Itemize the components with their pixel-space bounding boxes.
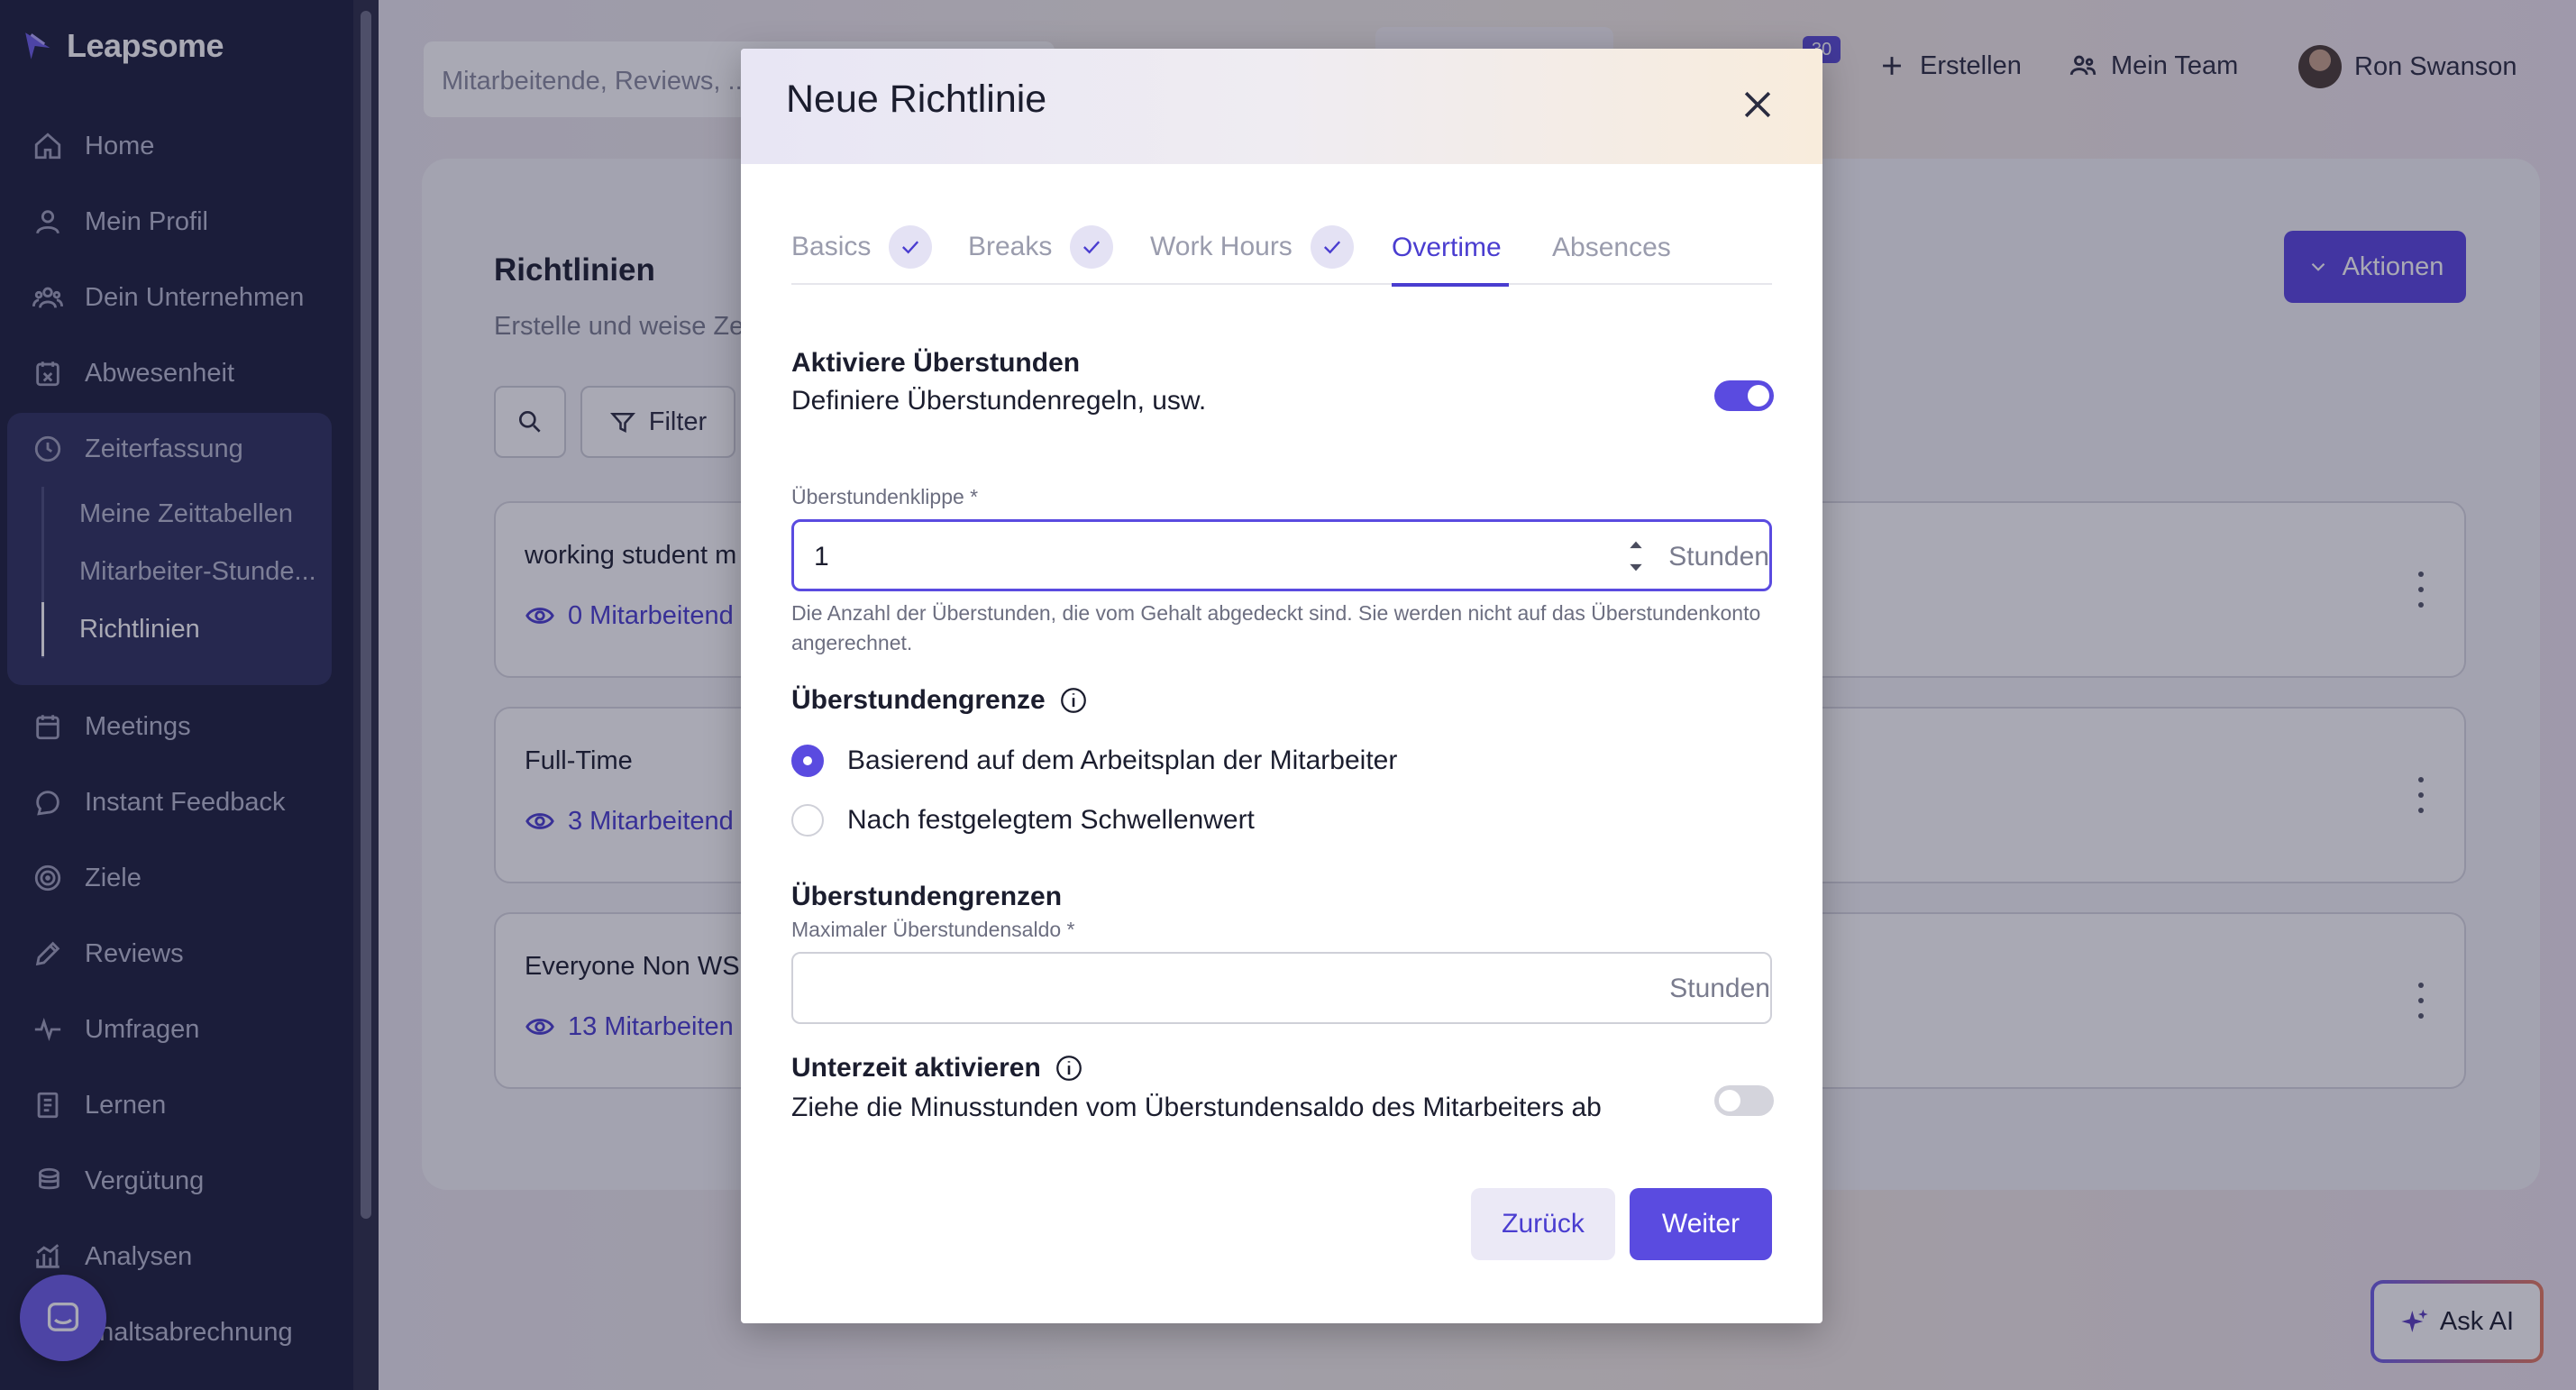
check-icon: [889, 225, 933, 269]
radio-label: Basierend auf dem Arbeitsplan der Mitarb…: [847, 745, 1398, 775]
tab-breaks[interactable]: Breaks: [968, 225, 1114, 269]
overtime-cliff-value: 1: [814, 542, 829, 572]
radio-option-work-schedule[interactable]: Basierend auf dem Arbeitsplan der Mitarb…: [791, 745, 1397, 777]
undertime-title-text: Unterzeit aktivieren: [791, 1053, 1041, 1083]
check-icon: [1310, 225, 1354, 269]
max-balance-unit: Stunden: [1669, 974, 1770, 1003]
tab-work-hours[interactable]: Work Hours: [1150, 225, 1354, 269]
tab-basics[interactable]: Basics: [791, 225, 933, 269]
undertime-description: Ziehe die Minusstunden vom Überstundensa…: [791, 1093, 1602, 1122]
overtime-limit-title-text: Überstundengrenze: [791, 685, 1046, 715]
max-balance-input[interactable]: Stunden: [791, 952, 1772, 1024]
undertime-toggle[interactable]: [1714, 1085, 1774, 1116]
tab-label: Absences: [1552, 233, 1671, 262]
overtime-cliff-input[interactable]: 1 Stunden: [791, 519, 1772, 591]
overtime-cliff-unit: Stunden: [1668, 542, 1769, 572]
step-tabs: Basics Breaks Work Hours Overtime Absenc…: [791, 225, 1772, 285]
radio-label: Nach festgelegtem Schwellenwert: [847, 805, 1255, 835]
radio-option-threshold[interactable]: Nach festgelegtem Schwellenwert: [791, 804, 1255, 837]
overtime-limit-title: Überstundengrenze: [791, 685, 1089, 716]
tab-overtime[interactable]: Overtime: [1392, 233, 1502, 263]
max-balance-label: Maximaler Überstundensaldo *: [791, 918, 1075, 941]
number-stepper[interactable]: [1625, 538, 1647, 574]
overtime-cliff-helper: Die Anzahl der Überstunden, die vom Geha…: [791, 601, 1761, 654]
activate-overtime-toggle[interactable]: [1714, 380, 1774, 411]
info-icon[interactable]: [1058, 685, 1089, 716]
close-icon[interactable]: [1738, 85, 1777, 124]
caret-down-icon[interactable]: [1627, 562, 1645, 574]
tab-label: Work Hours: [1150, 232, 1293, 261]
new-policy-dialog: Neue Richtlinie Basics Breaks Work Hours…: [741, 49, 1822, 1323]
check-icon: [1070, 225, 1114, 269]
tab-label: Basics: [791, 232, 872, 261]
info-icon[interactable]: [1054, 1053, 1084, 1084]
overtime-cliff-label: Überstundenklippe *: [791, 485, 979, 508]
radio-button[interactable]: [791, 804, 824, 837]
overtime-limits-title: Überstundengrenzen: [791, 882, 1063, 911]
activate-overtime-title: Aktiviere Überstunden: [791, 348, 1081, 378]
active-tab-indicator: [1392, 283, 1509, 287]
caret-up-icon[interactable]: [1627, 538, 1645, 551]
back-button[interactable]: Zurück: [1471, 1188, 1615, 1260]
tab-label: Breaks: [968, 232, 1053, 261]
dialog-header: Neue Richtlinie: [741, 49, 1822, 164]
dialog-title: Neue Richtlinie: [786, 78, 1047, 121]
tab-label: Overtime: [1392, 233, 1502, 262]
next-button[interactable]: Weiter: [1630, 1188, 1772, 1260]
tab-absences[interactable]: Absences: [1552, 233, 1671, 263]
radio-button-checked[interactable]: [791, 745, 824, 777]
activate-overtime-description: Definiere Überstundenregeln, usw.: [791, 386, 1207, 416]
undertime-title: Unterzeit aktivieren: [791, 1053, 1084, 1084]
